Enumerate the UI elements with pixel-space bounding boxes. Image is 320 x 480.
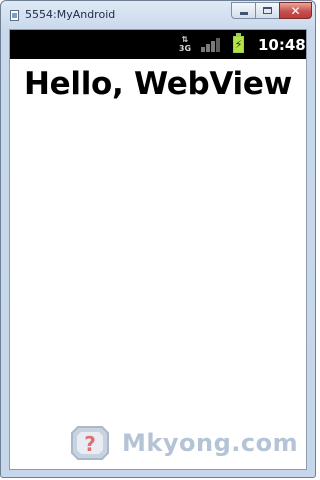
watermark: ? Mkyong.com <box>70 425 302 461</box>
watermark-text: Mkyong.com <box>122 429 299 457</box>
page-heading: Hello, WebView <box>24 66 292 102</box>
emulator-window: 5554:MyAndroid ✕ ⇅ 3G ⚡ 10:48 Hello, Web… <box>0 0 316 478</box>
close-button[interactable]: ✕ <box>279 2 312 19</box>
network-3g-icon: ⇅ 3G <box>178 35 192 54</box>
status-clock: 10:48 <box>258 36 306 54</box>
window-titlebar[interactable]: 5554:MyAndroid ✕ <box>1 1 315 28</box>
android-status-bar[interactable]: ⇅ 3G ⚡ 10:48 <box>10 30 306 59</box>
maximize-button[interactable] <box>255 2 280 19</box>
webview-content[interactable]: Hello, WebView <box>10 59 306 469</box>
minimize-button[interactable] <box>231 2 256 19</box>
svg-text:?: ? <box>84 432 96 456</box>
question-mark-logo-icon: ? <box>71 426 109 460</box>
maximize-icon <box>263 7 272 14</box>
minimize-icon <box>239 12 248 15</box>
battery-charging-icon: ⚡ <box>233 33 244 53</box>
close-icon: ✕ <box>290 3 301 18</box>
app-icon[interactable] <box>10 10 19 21</box>
signal-strength-icon <box>201 38 221 52</box>
device-screen: ⇅ 3G ⚡ 10:48 Hello, WebView <box>9 29 307 470</box>
window-title: 5554:MyAndroid <box>25 8 116 21</box>
